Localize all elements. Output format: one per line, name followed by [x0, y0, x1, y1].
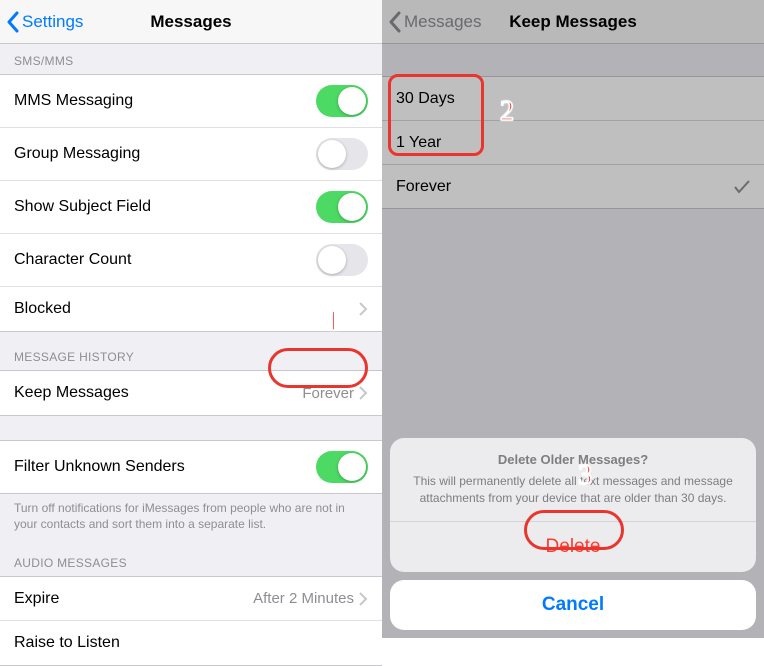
group-messaging-row[interactable]: Group Messaging — [0, 128, 382, 181]
chevron-left-icon — [6, 11, 20, 33]
group-label: Group Messaging — [14, 145, 140, 163]
back-label: Settings — [22, 12, 83, 32]
page-title: Messages — [150, 12, 231, 32]
character-count-row[interactable]: Character Count — [0, 234, 382, 287]
charcount-label: Character Count — [14, 251, 131, 269]
section-header-history: MESSAGE HISTORY — [0, 332, 382, 370]
keep-messages-row[interactable]: Keep Messages Forever — [0, 371, 382, 415]
chevron-right-icon — [358, 302, 368, 316]
delete-button[interactable]: Delete — [390, 522, 756, 572]
group-switch[interactable] — [316, 138, 368, 170]
history-group: Keep Messages Forever — [0, 370, 382, 416]
filter-group: Filter Unknown Senders — [0, 440, 382, 494]
sheet-card: Delete Older Messages? This will permane… — [390, 438, 756, 572]
raise-label: Raise to Listen — [14, 634, 120, 652]
mms-switch[interactable] — [316, 85, 368, 117]
raise-to-listen-row[interactable]: Raise to Listen — [0, 621, 382, 665]
audio-group: Expire After 2 Minutes Raise to Listen — [0, 576, 382, 666]
cancel-button[interactable]: Cancel — [390, 580, 756, 630]
expire-value: After 2 Minutes — [253, 590, 354, 607]
back-to-settings[interactable]: Settings — [6, 0, 83, 43]
blocked-row[interactable]: Blocked — [0, 287, 382, 331]
section-header-sms: SMS/MMS — [0, 44, 382, 74]
filter-switch[interactable] — [316, 451, 368, 483]
navbar-left: Settings Messages — [0, 0, 382, 44]
filter-label: Filter Unknown Senders — [14, 458, 185, 476]
filter-footer-note: Turn off notifications for iMessages fro… — [0, 494, 382, 546]
chevron-right-icon — [358, 592, 368, 606]
settings-messages-pane: Settings Messages SMS/MMS MMS Messaging … — [0, 0, 382, 638]
mms-label: MMS Messaging — [14, 92, 133, 110]
sms-group: MMS Messaging Group Messaging Show Subje… — [0, 74, 382, 332]
keep-label: Keep Messages — [14, 384, 129, 402]
blocked-label: Blocked — [14, 300, 71, 318]
expire-label: Expire — [14, 590, 59, 608]
sheet-message: This will permanently delete all text me… — [390, 469, 756, 522]
chevron-right-icon — [358, 386, 368, 400]
delete-action-sheet: Delete Older Messages? This will permane… — [390, 438, 756, 630]
section-header-audio: AUDIO MESSAGES — [0, 546, 382, 576]
filter-unknown-row[interactable]: Filter Unknown Senders — [0, 441, 382, 493]
sheet-title: Delete Older Messages? — [390, 438, 756, 469]
expire-row[interactable]: Expire After 2 Minutes — [0, 577, 382, 621]
keep-value: Forever — [302, 385, 354, 402]
subject-switch[interactable] — [316, 191, 368, 223]
subject-label: Show Subject Field — [14, 198, 151, 216]
charcount-switch[interactable] — [316, 244, 368, 276]
mms-messaging-row[interactable]: MMS Messaging — [0, 75, 382, 128]
subject-field-row[interactable]: Show Subject Field — [0, 181, 382, 234]
keep-messages-pane: Messages Keep Messages 30 Days 1 Year Fo… — [382, 0, 764, 638]
